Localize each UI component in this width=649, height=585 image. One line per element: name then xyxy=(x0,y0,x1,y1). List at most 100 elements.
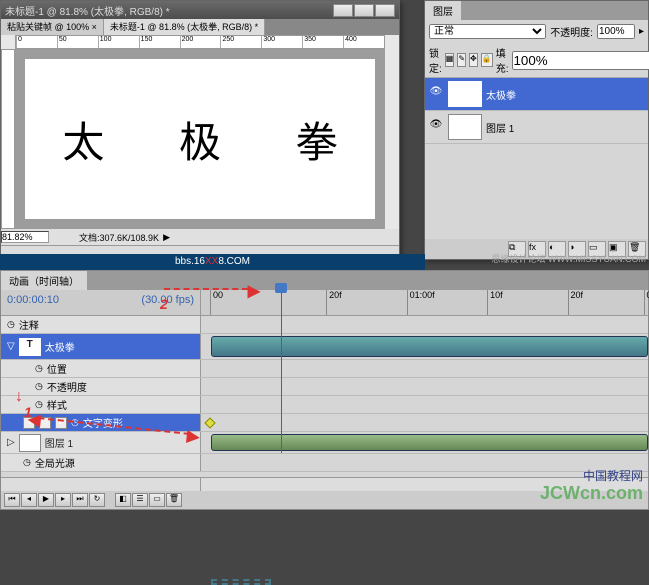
close-button[interactable]: × xyxy=(375,4,395,17)
forum-watermark: bbs.16XX8.COM xyxy=(0,254,425,270)
tab-layers[interactable]: 图层 xyxy=(425,1,461,20)
track-style: ◷样式 xyxy=(1,396,648,414)
ruler-tick: 0 xyxy=(16,36,57,48)
ruler-tick: 01:00f xyxy=(407,290,435,315)
timecode-area: 0:00:00:10 (30.00 fps) xyxy=(1,290,201,315)
disclosure-triangle[interactable]: ▷ xyxy=(7,437,15,448)
ruler-tick: 100 xyxy=(98,36,139,48)
loop-button[interactable]: ↻ xyxy=(89,493,105,507)
track-layer-main[interactable]: ▽ T 太极拳 xyxy=(1,334,648,360)
track-layer1[interactable]: ▷ 图层 1 xyxy=(1,432,648,454)
timecode[interactable]: 0:00:00:10 xyxy=(7,294,59,311)
lock-transparent-icon[interactable]: ▦ xyxy=(445,53,455,67)
track-global: ◷全局光源 xyxy=(1,454,648,472)
playhead[interactable] xyxy=(281,285,282,453)
opacity-input[interactable] xyxy=(597,24,635,39)
panel-tabs: 图层 xyxy=(425,1,648,20)
ruler-tick: 20f xyxy=(568,290,584,315)
delete-frame-button[interactable]: 🗑 xyxy=(166,493,182,507)
blend-row: 正常 不透明度: ▸ xyxy=(425,20,648,43)
ruler-tick: 00 xyxy=(210,290,223,315)
layer-clip[interactable] xyxy=(211,434,648,451)
next-frame-button[interactable]: ▸ xyxy=(55,493,71,507)
ruler-tick: 150 xyxy=(139,36,180,48)
lock-label: 锁定: xyxy=(429,45,442,75)
layer-row[interactable]: 👁 图层 1 xyxy=(425,111,648,144)
ruler-tick: 10f xyxy=(487,290,503,315)
ruler-tick: 200 xyxy=(180,36,221,48)
ruler-tick: 300 xyxy=(261,36,302,48)
work-area[interactable] xyxy=(211,579,271,585)
canvas[interactable]: 太 极 拳 xyxy=(25,59,375,219)
canvas-char: 拳 xyxy=(296,109,338,170)
arrow-icon[interactable]: ▸ xyxy=(639,26,644,37)
duplicate-frame-button[interactable]: ▭ xyxy=(149,493,165,507)
layer-thumb[interactable]: T xyxy=(448,81,482,107)
ruler-vertical[interactable] xyxy=(1,49,15,229)
ruler-tick: 20f xyxy=(326,290,342,315)
lock-all-icon[interactable]: 🔒 xyxy=(481,53,493,67)
blend-mode-select[interactable]: 正常 xyxy=(429,24,546,39)
stopwatch-icon[interactable]: ◷ xyxy=(35,381,43,392)
document-tabs: 粘贴关键帧 @ 100% × 未标题-1 @ 81.8% (太极拳, RGB/8… xyxy=(1,19,399,35)
lock-position-icon[interactable]: ✥ xyxy=(469,53,478,67)
status-bar: 文档:307.6K/108.9K ▶ xyxy=(1,229,399,245)
canvas-char: 太 xyxy=(62,109,104,170)
document-window: 未标题-1 @ 81.8% (太极拳, RGB/8) * – □ × 粘贴关键帧… xyxy=(0,0,400,260)
ruler-horizontal[interactable]: 0 50 100 150 200 250 300 350 400 xyxy=(15,35,385,49)
watermark-jcw: JCWcn.com xyxy=(540,483,643,504)
first-frame-button[interactable]: ⏮ xyxy=(4,493,20,507)
watermark-right: 思缘设计论坛 WWW.MISSYUAN.COM xyxy=(492,252,647,265)
watermark-cn: 中国教程网 xyxy=(583,467,643,484)
timeline-header: 0:00:00:10 (30.00 fps) 00 20f 01:00f 10f… xyxy=(1,290,648,316)
minimize-button[interactable]: – xyxy=(333,4,353,17)
canvas-area[interactable]: 太 极 拳 xyxy=(15,49,385,229)
lock-pixels-icon[interactable]: ✎ xyxy=(457,53,466,67)
layer-name[interactable]: 太极拳 xyxy=(486,87,516,102)
window-controls: – □ × xyxy=(333,4,395,17)
fill-label: 填充: xyxy=(496,45,509,75)
play-button[interactable]: ▶ xyxy=(38,493,54,507)
prev-frame-button[interactable]: ◂ xyxy=(21,493,37,507)
visibility-icon[interactable]: 👁 xyxy=(428,119,444,135)
ruler-tick: 50 xyxy=(57,36,98,48)
ruler-tick: 250 xyxy=(220,36,261,48)
stopwatch-icon[interactable]: ◷ xyxy=(7,319,15,330)
last-frame-button[interactable]: ⏭ xyxy=(72,493,88,507)
ruler-tick: 02:0 xyxy=(644,290,649,315)
time-ruler[interactable]: 00 20f 01:00f 10f 20f 02:0 xyxy=(201,290,648,315)
layer-name[interactable]: 图层 1 xyxy=(486,120,514,135)
stopwatch-icon[interactable]: ◷ xyxy=(35,363,43,374)
opacity-label: 不透明度: xyxy=(550,24,593,39)
keyframe-diamond[interactable] xyxy=(204,417,215,428)
annotation-arrow-2 xyxy=(164,288,248,290)
tween-button[interactable]: ☰ xyxy=(132,493,148,507)
layers-panel: 图层 正常 不透明度: ▸ 锁定: ▦ ✎ ✥ 🔒 填充: ▸ 👁 T 太极拳 … xyxy=(424,0,649,260)
maximize-button[interactable]: □ xyxy=(354,4,374,17)
layer-thumb: T xyxy=(19,338,41,356)
annotation-number-2: 2 xyxy=(160,296,168,312)
track-position: ◷位置 xyxy=(1,360,648,378)
doc-title: 未标题-1 @ 81.8% (太极拳, RGB/8) * xyxy=(5,3,170,18)
doc-tab-1[interactable]: 粘贴关键帧 @ 100% × xyxy=(1,19,104,35)
arrow-icon[interactable]: ▶ xyxy=(163,232,170,243)
fill-input[interactable] xyxy=(512,51,649,70)
lock-row: 锁定: ▦ ✎ ✥ 🔒 填充: ▸ xyxy=(425,43,648,77)
ruler-tick: 350 xyxy=(302,36,343,48)
layer-thumb[interactable] xyxy=(448,114,482,140)
onion-skin-button[interactable]: ◧ xyxy=(115,493,131,507)
stopwatch-icon[interactable]: ◷ xyxy=(23,457,31,468)
disclosure-triangle[interactable]: ▽ xyxy=(7,341,15,352)
canvas-char: 极 xyxy=(179,109,221,170)
track-opacity: ◷不透明度 xyxy=(1,378,648,396)
layer-row[interactable]: 👁 T 太极拳 xyxy=(425,78,648,111)
tab-animation[interactable]: 动画（时间轴） xyxy=(1,271,87,290)
doc-titlebar[interactable]: 未标题-1 @ 81.8% (太极拳, RGB/8) * – □ × xyxy=(1,1,399,19)
visibility-icon[interactable]: 👁 xyxy=(428,86,444,102)
ruler-tick: 400 xyxy=(343,36,384,48)
layer-clip[interactable] xyxy=(211,336,648,357)
zoom-input[interactable] xyxy=(1,231,49,243)
doc-tab-2[interactable]: 未标题-1 @ 81.8% (太极拳, RGB/8) * xyxy=(104,19,265,35)
track-comment: ◷注释 xyxy=(1,316,648,334)
stopwatch-icon[interactable]: ◷ xyxy=(35,399,43,410)
